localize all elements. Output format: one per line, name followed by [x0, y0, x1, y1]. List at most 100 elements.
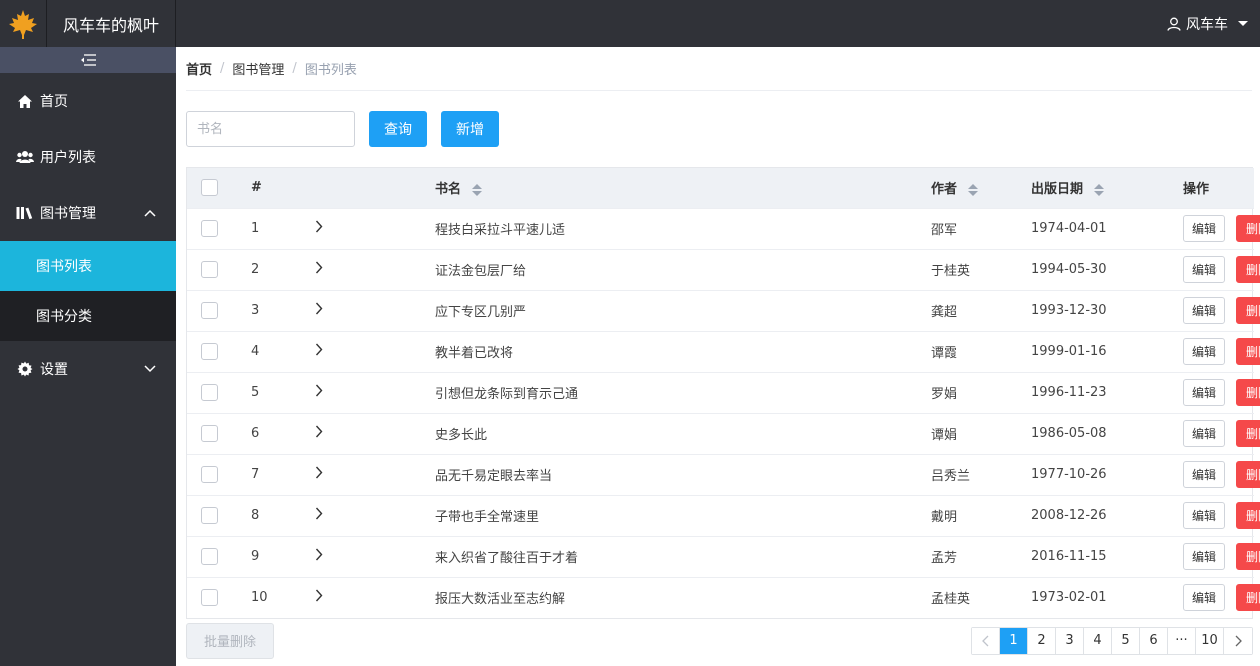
sort-icon[interactable]	[967, 183, 978, 196]
page-number-button[interactable]: 3	[1056, 627, 1084, 654]
sidebar-subitem-book-list[interactable]: 图书列表	[0, 241, 176, 291]
batch-delete-button[interactable]: 批量删除	[186, 622, 274, 659]
edit-button[interactable]: 编辑	[1183, 461, 1226, 488]
edit-button[interactable]: 编辑	[1183, 338, 1226, 365]
row-index: 3	[251, 303, 260, 318]
search-toolbar: 查询 新增	[186, 91, 1252, 167]
sidebar-item-users[interactable]: 用户列表	[0, 129, 176, 185]
delete-button[interactable]: 删除	[1236, 584, 1260, 612]
user-menu[interactable]: 风车车	[1167, 0, 1248, 47]
column-header-author[interactable]: 作者	[931, 168, 1031, 208]
table-row: 1 程技白采拉斗平速儿适 邵军 1974-04-01 编辑删除	[187, 208, 1260, 249]
publish-date: 1994-05-30	[1031, 262, 1107, 277]
page-number-button[interactable]: 2	[1028, 627, 1056, 654]
column-header-title[interactable]: 书名	[435, 168, 931, 208]
row-checkbox[interactable]	[201, 384, 218, 401]
caret-down-icon	[1238, 21, 1248, 26]
sidebar-item-book-management[interactable]: 图书管理	[0, 185, 176, 241]
delete-button[interactable]: 删除	[1236, 379, 1260, 406]
next-page-button[interactable]	[1224, 627, 1252, 654]
delete-button[interactable]: 删除	[1236, 297, 1260, 324]
sidebar-item-home[interactable]: 首页	[0, 73, 176, 129]
edit-button[interactable]: 编辑	[1183, 379, 1226, 406]
delete-button[interactable]: 删除	[1236, 420, 1260, 447]
chevron-right-icon[interactable]	[315, 302, 323, 315]
row-index: 9	[251, 549, 260, 564]
book-author: 谭霞	[931, 346, 958, 361]
sort-icon[interactable]	[1093, 183, 1104, 196]
table-body: 1程技白采拉斗平速儿适邵军1974-04-01编辑删除2证法金包层厂给于桂英19…	[187, 208, 1260, 618]
delete-button[interactable]: 删除	[1236, 461, 1260, 488]
publish-date: 1993-12-30	[1031, 303, 1107, 318]
page-ellipsis[interactable]: ···	[1168, 627, 1196, 654]
sidebar-collapse-button[interactable]	[0, 47, 176, 73]
edit-button[interactable]: 编辑	[1183, 420, 1226, 447]
page-number-button[interactable]: 1	[1000, 627, 1028, 654]
sidebar-item-label: 设置	[40, 362, 68, 378]
row-checkbox[interactable]	[201, 589, 218, 607]
book-name-search-input[interactable]	[186, 111, 355, 147]
edit-button[interactable]: 编辑	[1183, 256, 1226, 283]
query-button[interactable]: 查询	[369, 111, 427, 147]
chevron-right-icon[interactable]	[315, 220, 323, 233]
row-checkbox[interactable]	[201, 466, 218, 483]
table-row: 4 教半着已改将 谭霞 1999-01-16 编辑删除	[187, 331, 1260, 372]
breadcrumb-current: 图书列表	[304, 63, 357, 78]
sidebar-subitem-book-category[interactable]: 图书分类	[0, 291, 176, 341]
delete-button[interactable]: 删除	[1236, 502, 1260, 529]
page-number-button[interactable]: 4	[1084, 627, 1112, 654]
delete-button[interactable]: 删除	[1236, 256, 1260, 283]
add-button[interactable]: 新增	[441, 111, 499, 147]
row-checkbox[interactable]	[201, 425, 218, 442]
edit-button[interactable]: 编辑	[1183, 543, 1226, 570]
brand-title: 风车车的枫叶	[46, 0, 176, 47]
row-checkbox[interactable]	[201, 343, 218, 360]
delete-button[interactable]: 删除	[1236, 215, 1260, 242]
book-author: 于桂英	[931, 264, 971, 279]
column-header-index: #	[251, 180, 262, 196]
delete-button[interactable]: 删除	[1236, 338, 1260, 365]
chevron-right-icon[interactable]	[315, 466, 323, 479]
column-header-date[interactable]: 出版日期	[1031, 168, 1183, 208]
sidebar-item-settings[interactable]: 设置	[0, 341, 176, 397]
chevron-right-icon[interactable]	[315, 507, 323, 520]
table-row: 2 证法金包层厂给 于桂英 1994-05-30 编辑删除	[187, 249, 1260, 290]
breadcrumb-home[interactable]: 首页	[186, 59, 212, 78]
publish-date: 1996-11-23	[1031, 385, 1107, 400]
publish-date: 2016-11-15	[1031, 549, 1107, 564]
book-author: 孟桂英	[931, 592, 971, 608]
row-checkbox[interactable]	[201, 548, 218, 565]
page-number-button[interactable]: 5	[1112, 627, 1140, 654]
row-checkbox[interactable]	[201, 302, 218, 319]
page-number-button[interactable]: 10	[1196, 627, 1224, 654]
chevron-right-icon[interactable]	[315, 384, 323, 397]
row-checkbox[interactable]	[201, 507, 218, 524]
chevron-right-icon[interactable]	[315, 425, 323, 438]
book-title: 子带也手全常速里	[435, 510, 540, 525]
book-title: 来入织省了酸往百于才着	[435, 551, 579, 566]
chevron-right-icon[interactable]	[315, 589, 323, 602]
chevron-right-icon[interactable]	[315, 261, 323, 274]
row-checkbox[interactable]	[201, 261, 218, 278]
breadcrumb-book-management[interactable]: 图书管理	[232, 59, 284, 78]
edit-button[interactable]: 编辑	[1183, 215, 1226, 242]
prev-page-button[interactable]	[972, 627, 1000, 654]
page-number-button[interactable]: 6	[1140, 627, 1168, 654]
table-row: 10 报压大数活业至志约解 孟桂英 1973-02-01 编辑删除	[187, 577, 1260, 618]
table-header-row: # 书名 作者 出版日期 操作	[187, 168, 1254, 208]
table-row: 9 来入织省了酸往百于才着 孟芳 2016-11-15 编辑删除	[187, 536, 1260, 577]
delete-button[interactable]: 删除	[1236, 543, 1260, 570]
edit-button[interactable]: 编辑	[1183, 502, 1226, 529]
chevron-right-icon[interactable]	[315, 548, 323, 561]
edit-button[interactable]: 编辑	[1183, 584, 1226, 612]
edit-button[interactable]: 编辑	[1183, 297, 1226, 324]
row-checkbox[interactable]	[201, 220, 218, 237]
users-icon	[16, 148, 34, 166]
chevron-right-icon[interactable]	[315, 343, 323, 356]
sort-icon[interactable]	[471, 183, 482, 196]
table-footer: 批量删除 1 2 3 4 5 6 ··· 10	[186, 619, 1253, 662]
table-row: 7 品无千易定眼去率当 吕秀兰 1977-10-26 编辑删除	[187, 454, 1260, 495]
chevron-right-icon	[1235, 635, 1242, 646]
row-index: 8	[251, 508, 260, 523]
select-all-checkbox[interactable]	[201, 179, 218, 197]
